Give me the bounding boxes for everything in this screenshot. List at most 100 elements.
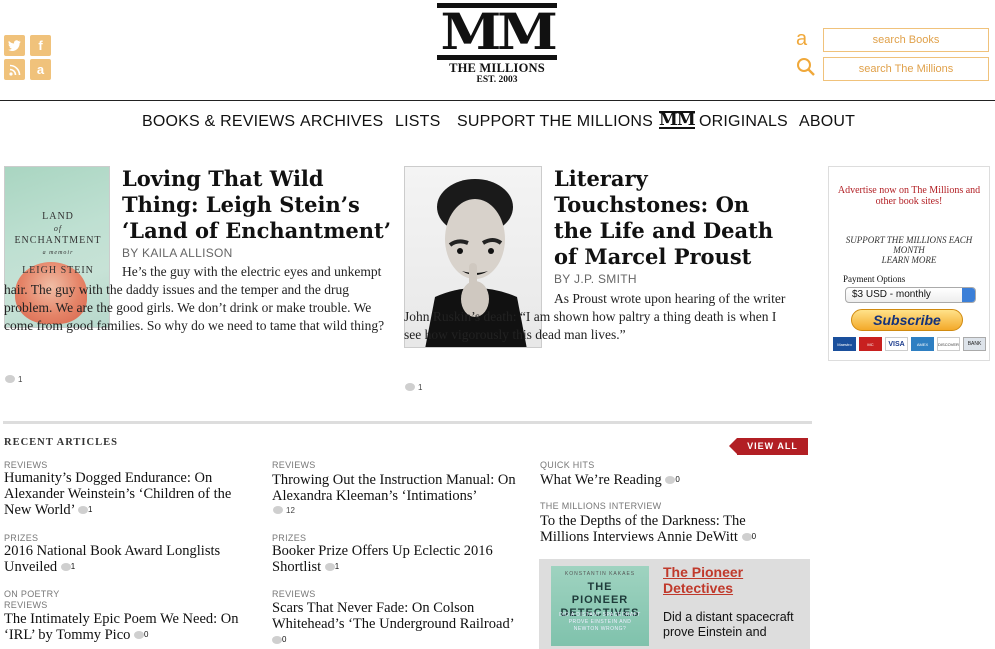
article-title[interactable]: Humanity’s Dogged Endurance: On Alexande… — [4, 470, 254, 518]
recent-heading: RECENT ARTICLES — [4, 437, 118, 448]
article-title[interactable]: The Intimately Epic Poem We Need: On ‘IR… — [4, 611, 254, 643]
article-category[interactable]: PRIZES — [4, 533, 38, 543]
comment-icon — [665, 476, 676, 484]
comment-icon — [5, 375, 15, 383]
bank-card-icon: BANK — [963, 337, 986, 351]
cover-line3: ENCHANTMENT — [14, 235, 102, 246]
article-category[interactable]: THE MILLIONS INTERVIEW — [540, 501, 661, 511]
logo-est: EST. 2003 — [476, 75, 518, 85]
amex-card-icon: AMEX — [911, 337, 934, 351]
comment-icon — [741, 533, 752, 541]
promo-book-author: KONSTANTIN KAKAES — [564, 571, 636, 577]
nav-originals[interactable]: ORIGINALS — [699, 113, 788, 133]
comment-count-value: 1 — [418, 383, 423, 392]
twitter-icon[interactable] — [4, 35, 25, 56]
article-title[interactable]: What We’re Reading 0 — [540, 472, 800, 488]
nav-lists[interactable]: LISTS — [395, 113, 440, 133]
article-category[interactable]: REVIEWS — [272, 460, 316, 470]
feature-byline[interactable]: BY KAILA ALLISON — [122, 246, 233, 260]
site-logo[interactable]: MM THE MILLIONS EST. 2003 — [437, 3, 558, 85]
comment-count-value: 12 — [286, 506, 295, 515]
nav-books-reviews[interactable]: BOOKS & REVIEWS — [142, 113, 295, 133]
facebook-icon[interactable]: f — [30, 35, 51, 56]
article-category[interactable]: ON POETRY — [4, 589, 60, 599]
search-site-input[interactable]: search The Millions — [823, 57, 989, 81]
comment-count-value: 1 — [70, 562, 76, 571]
article-title-text: Throwing Out the Instruction Manual: On … — [272, 472, 516, 504]
nav-about[interactable]: ABOUT — [799, 113, 855, 133]
book-promo: KONSTANTIN KAKAES THE PIONEER DETECTIVES… — [539, 559, 810, 649]
cover-line4: a memoir — [42, 250, 74, 256]
article-title[interactable]: 2016 National Book Award Longlists Unvei… — [4, 543, 254, 575]
view-all-button[interactable]: VIEW ALL — [737, 438, 808, 455]
comment-count[interactable]: 12 — [273, 506, 295, 515]
comment-count-value: 1 — [88, 505, 93, 514]
comment-count-value: 1 — [334, 562, 340, 571]
comment-count-value: 1 — [18, 375, 23, 384]
learn-more-link[interactable]: LEARN MORE — [829, 255, 989, 265]
article-title-text: 2016 National Book Award Longlists Unvei… — [4, 543, 221, 575]
section-divider — [3, 421, 812, 424]
article-category[interactable]: REVIEWS — [4, 460, 48, 470]
pioneer-detectives-cover[interactable]: KONSTANTIN KAKAES THE PIONEER DETECTIVES… — [551, 566, 649, 646]
article-category[interactable]: QUICK HITS — [540, 460, 595, 470]
article-title-text: Humanity’s Dogged Endurance: On Alexande… — [4, 470, 232, 518]
nav-archives[interactable]: ARCHIVES — [300, 113, 383, 133]
rss-icon[interactable] — [4, 59, 25, 80]
comment-icon — [60, 563, 71, 571]
card-logos: Maestro MC VISA AMEX DISCOVER BANK — [833, 337, 986, 351]
comment-icon — [134, 631, 145, 639]
cover-line2: of — [53, 224, 63, 233]
promo-excerpt: Did a distant spacecraft prove Einstein … — [663, 610, 794, 639]
view-all-arrow-icon — [729, 438, 737, 454]
search-books-input[interactable]: search Books — [823, 28, 989, 52]
article-title-text: Booker Prize Offers Up Eclectic 2016 Sho… — [272, 543, 493, 575]
amazon-icon[interactable]: a — [30, 59, 51, 80]
article-category[interactable]: PRIZES — [272, 533, 306, 543]
article-title[interactable]: Booker Prize Offers Up Eclectic 2016 Sho… — [272, 543, 517, 575]
header-divider — [0, 100, 995, 101]
nav-support[interactable]: SUPPORT THE MILLIONS — [457, 113, 653, 133]
comment-count[interactable]: 1 — [5, 375, 22, 384]
payment-label: Payment Options — [843, 274, 906, 284]
comment-icon — [405, 383, 415, 391]
article-title-text: Scars That Never Fade: On Colson Whitehe… — [272, 600, 514, 632]
feature-title-2[interactable]: Literary Touchstones: On the Life and De… — [554, 166, 794, 270]
magnifier-icon — [796, 57, 816, 83]
comment-count-value: 0 — [751, 532, 757, 541]
amazon-search-icon: a — [796, 28, 808, 50]
support-ad: Advertise now on The Millions and other … — [828, 166, 990, 361]
comment-icon — [78, 506, 89, 514]
mastercard-icon: MC — [859, 337, 882, 351]
comment-count-value: 0 — [144, 630, 149, 639]
feature-excerpt: He’s the guy with the electric eyes and … — [4, 264, 385, 333]
cover-line1: LAND — [42, 211, 74, 222]
article-title-text: To the Depths of the Darkness: The Milli… — [540, 513, 746, 545]
article-title[interactable]: To the Depths of the Darkness: The Milli… — [540, 513, 780, 545]
article-category[interactable]: REVIEWS — [4, 600, 48, 610]
article-title[interactable]: Scars That Never Fade: On Colson Whitehe… — [272, 600, 517, 648]
article-category[interactable]: REVIEWS — [272, 589, 316, 599]
visa-card-icon: VISA — [885, 337, 908, 351]
payment-select[interactable]: $3 USD - monthly — [845, 287, 976, 303]
comment-count-2[interactable]: 1 — [405, 383, 422, 392]
feature-byline-2[interactable]: BY J.P. SMITH — [554, 272, 637, 286]
maestro-card-icon: Maestro — [833, 337, 856, 351]
logo-mark: MM — [440, 2, 558, 61]
feature-title[interactable]: Loving That Wild Thing: Leigh Stein’s ‘L… — [122, 166, 392, 244]
chevron-down-icon — [962, 288, 975, 302]
comment-icon — [273, 506, 283, 514]
article-title[interactable]: Throwing Out the Instruction Manual: On … — [272, 472, 517, 504]
advertise-link[interactable]: Advertise now on The Millions and other … — [829, 185, 989, 207]
support-text[interactable]: SUPPORT THE MILLIONS EACH MONTH — [829, 235, 989, 255]
comment-icon — [324, 563, 335, 571]
discover-card-icon: DISCOVER — [937, 337, 960, 351]
subscribe-button[interactable]: Subscribe — [851, 309, 963, 331]
feature-excerpt-2: As Proust wrote upon hearing of the writ… — [404, 291, 786, 342]
article-title-text: The Intimately Epic Poem We Need: On ‘IR… — [4, 611, 239, 643]
promo-title-link[interactable]: The Pioneer Detectives — [663, 564, 803, 596]
payment-select-value: $3 USD - monthly — [852, 289, 931, 300]
article-title-text: What We’re Reading — [540, 472, 662, 488]
promo-book-sub: DID A DISTANT SPACECRAFT PROVE EINSTEIN … — [559, 612, 641, 632]
logo-name: THE MILLIONS — [449, 61, 545, 75]
